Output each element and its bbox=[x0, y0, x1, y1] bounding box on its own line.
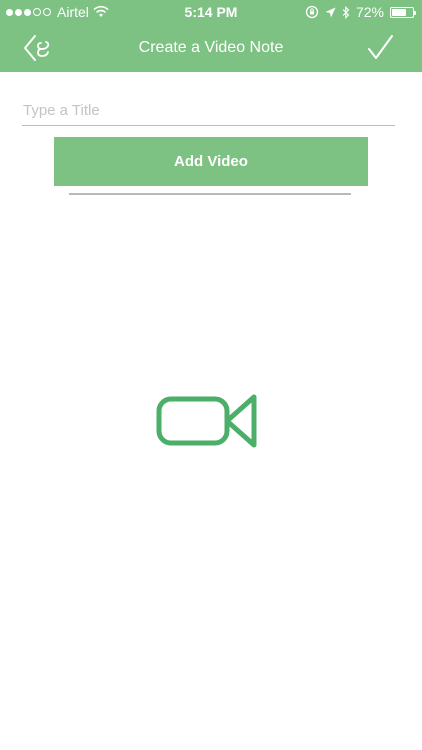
page-title: Create a Video Note bbox=[138, 39, 284, 56]
nav-bar: Create a Video Note bbox=[0, 24, 422, 72]
checkmark-icon bbox=[368, 35, 393, 59]
video-camera-icon bbox=[156, 394, 257, 448]
add-video-button[interactable]: Add Video bbox=[54, 137, 368, 186]
top-bar: Airtel 5:14 PM 72% Create a Video Note bbox=[0, 0, 422, 72]
status-bar: Airtel 5:14 PM 72% bbox=[0, 0, 422, 24]
status-right: 72% bbox=[305, 4, 416, 20]
battery-percent: 72% bbox=[355, 4, 384, 20]
title-input[interactable] bbox=[22, 96, 395, 126]
battery-icon bbox=[390, 6, 416, 18]
rotation-lock-icon bbox=[305, 5, 319, 19]
done-button[interactable] bbox=[366, 34, 394, 62]
bluetooth-icon bbox=[342, 5, 350, 19]
add-video-divider bbox=[69, 193, 351, 195]
location-arrow-icon bbox=[325, 7, 336, 17]
